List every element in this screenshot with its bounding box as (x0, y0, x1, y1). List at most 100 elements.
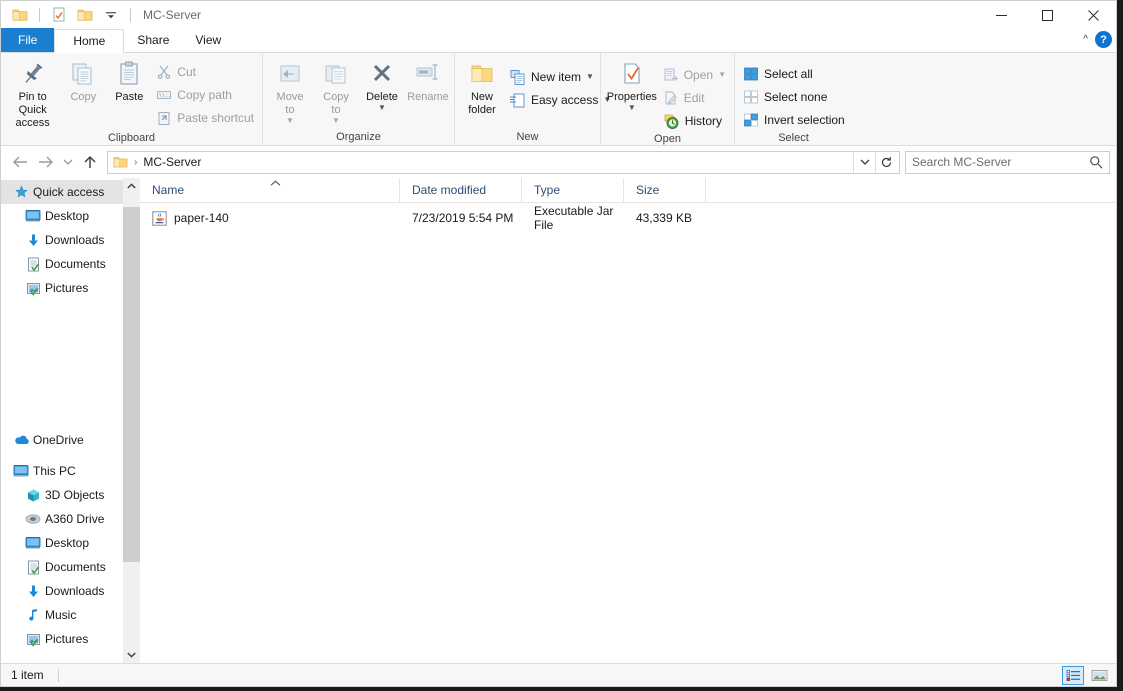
address-dropdown-icon[interactable] (853, 151, 875, 173)
nav-item-a360-drive[interactable]: A360 Drive (1, 507, 140, 531)
close-button[interactable] (1070, 1, 1116, 29)
select-none-button[interactable]: Select none (739, 86, 849, 108)
new-folder-label: New folder (468, 91, 496, 116)
breadcrumb-separator[interactable]: › (134, 157, 137, 168)
copy-button[interactable]: Copy (60, 56, 106, 104)
collapse-ribbon-icon[interactable]: ^ (1083, 34, 1088, 45)
nav-item-desktop-pc[interactable]: Desktop (1, 531, 140, 555)
explorer-body: Quick access Desktop Downloads Documents… (1, 177, 1116, 663)
tab-share[interactable]: Share (124, 28, 182, 52)
copy-to-caret[interactable]: ▼ (332, 117, 340, 125)
music-note-icon (23, 608, 43, 623)
nav-item-pictures[interactable]: Pictures (1, 276, 140, 300)
history-icon (664, 114, 679, 129)
open-caret[interactable]: ▼ (718, 71, 726, 79)
search-placeholder: Search MC-Server (912, 155, 1012, 169)
edit-button[interactable]: Edit (659, 87, 730, 109)
nav-item-documents[interactable]: Documents (1, 252, 140, 276)
qat-separator-2 (130, 8, 131, 22)
pin-to-quick-access-button[interactable]: Pin to Quick access (5, 56, 60, 130)
invert-selection-button[interactable]: Invert selection (739, 109, 849, 131)
ribbon-controls: ^ ? (1083, 31, 1112, 48)
nav-item-music[interactable]: Music (1, 603, 140, 627)
breadcrumb-current[interactable]: MC-Server (143, 155, 201, 169)
maximize-button[interactable] (1024, 1, 1070, 29)
nav-item-pictures-pc[interactable]: Pictures (1, 627, 140, 651)
a360-drive-icon (23, 512, 43, 526)
file-name-cell[interactable]: paper-140 (140, 210, 400, 226)
properties-icon[interactable] (48, 4, 70, 26)
new-folder-button[interactable]: New folder (459, 58, 505, 117)
new-folder-icon (471, 65, 493, 83)
column-header-size[interactable]: Size (624, 177, 706, 203)
history-button[interactable]: History (659, 110, 730, 132)
delete-button[interactable]: Delete ▼ (359, 58, 405, 112)
scroll-up-arrow-icon[interactable] (123, 178, 140, 195)
copy-to-label: Copy to (323, 91, 349, 116)
table-row[interactable]: paper-140 7/23/2019 5:54 PM Executable J… (140, 204, 1116, 232)
details-view-button[interactable] (1062, 666, 1084, 685)
scrollbar-thumb[interactable] (123, 207, 140, 562)
item-count-label: 1 item (11, 668, 44, 682)
new-item-caret[interactable]: ▼ (586, 73, 594, 81)
folder-icon[interactable] (9, 4, 31, 26)
delete-caret[interactable]: ▼ (378, 104, 386, 112)
ribbon-group-open: Properties ▼ Open ▼ Edit History Open (601, 53, 735, 145)
rename-button[interactable]: Rename (405, 58, 451, 104)
back-button[interactable] (7, 149, 33, 175)
nav-item-downloads-pc[interactable]: Downloads (1, 579, 140, 603)
forward-button[interactable] (33, 149, 59, 175)
easy-access-button[interactable]: Easy access ▼ (505, 89, 615, 111)
address-path-field[interactable]: › MC-Server (107, 150, 900, 174)
nav-item-3d-objects[interactable]: 3D Objects (1, 483, 140, 507)
scrollbar-track[interactable] (123, 195, 140, 646)
up-button[interactable] (77, 149, 103, 175)
select-all-button[interactable]: Select all (739, 63, 849, 85)
nav-item-this-pc[interactable]: This PC (1, 459, 140, 483)
tab-file[interactable]: File (1, 28, 55, 52)
paste-button[interactable]: Paste (106, 56, 152, 104)
column-header-name[interactable]: Name (140, 177, 400, 203)
column-header-label: Name (152, 183, 185, 197)
move-to-caret[interactable]: ▼ (286, 117, 294, 125)
column-header-type[interactable]: Type (522, 177, 624, 203)
open-button[interactable]: Open ▼ (659, 64, 730, 86)
pin-icon (25, 63, 43, 83)
view-mode-buttons (1062, 666, 1110, 685)
new-folder-icon[interactable] (74, 4, 96, 26)
nav-item-quick-access[interactable]: Quick access (1, 180, 140, 204)
paste-shortcut-button[interactable]: Paste shortcut (152, 107, 258, 129)
move-to-button[interactable]: Move to ▼ (267, 58, 313, 125)
column-header-date-modified[interactable]: Date modified (400, 177, 522, 203)
copy-to-button[interactable]: Copy to ▼ (313, 58, 359, 125)
nav-item-documents-pc[interactable]: Documents (1, 555, 140, 579)
paste-icon (120, 61, 138, 85)
rename-label: Rename (407, 91, 449, 103)
nav-gap-1 (1, 300, 140, 428)
minimize-button[interactable] (978, 1, 1024, 29)
search-icon[interactable] (1089, 155, 1103, 169)
scroll-down-arrow-icon[interactable] (123, 646, 140, 663)
nav-item-downloads[interactable]: Downloads (1, 228, 140, 252)
properties-button[interactable]: Properties ▼ (605, 58, 659, 112)
navigation-scrollbar[interactable] (123, 178, 140, 663)
help-icon[interactable]: ? (1095, 31, 1112, 48)
cut-button[interactable]: Cut (152, 61, 258, 83)
desktop-icon (23, 209, 43, 223)
recent-locations-button[interactable] (59, 149, 77, 175)
refresh-icon[interactable] (875, 151, 897, 173)
nav-item-onedrive[interactable]: OneDrive (1, 428, 140, 452)
search-input[interactable]: Search MC-Server (905, 150, 1110, 174)
properties-caret[interactable]: ▼ (628, 104, 636, 112)
tab-home[interactable]: Home (54, 29, 125, 53)
ribbon: Pin to Quick access Copy Paste Cut \\.. … (1, 53, 1116, 146)
select-all-icon (744, 67, 758, 81)
copy-path-button[interactable]: \\... Copy path (152, 84, 258, 106)
tab-view[interactable]: View (182, 28, 234, 52)
nav-item-desktop[interactable]: Desktop (1, 204, 140, 228)
copy-path-label: Copy path (177, 88, 232, 102)
large-icons-view-button[interactable] (1088, 666, 1110, 685)
window-title: MC-Server (143, 8, 202, 22)
new-item-button[interactable]: New item ▼ (505, 66, 615, 88)
customize-dropdown-icon[interactable] (100, 4, 122, 26)
